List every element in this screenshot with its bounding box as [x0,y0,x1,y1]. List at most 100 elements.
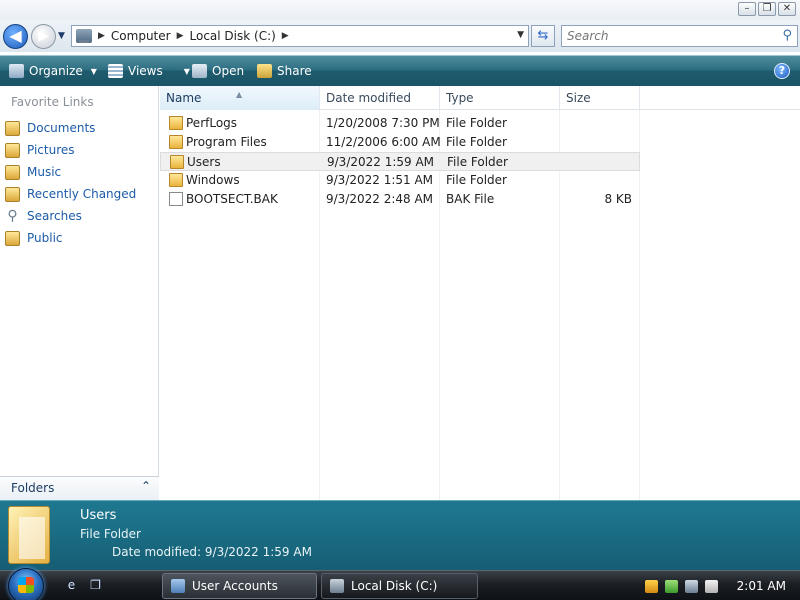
sidebar-item-label: Recently Changed [27,187,137,201]
views-label: Views [128,64,163,78]
file-size: 8 KB [604,192,632,206]
share-icon [257,64,272,78]
organize-button[interactable]: Organize ▼ [9,56,97,86]
breadcrumb: ▶ Computer ▶ Local Disk (C:) ▶ [76,26,289,46]
column-header-size[interactable]: Size [560,86,640,110]
back-button[interactable]: ◀ [3,24,28,49]
organize-icon [9,64,24,78]
column-header-type[interactable]: Type [440,86,560,110]
details-date-modified: Date modified: 9/3/2022 1:59 AM [112,545,312,559]
column-header-label: Type [446,91,474,105]
user-accounts-icon [171,579,185,593]
switch-windows-icon[interactable]: ❐ [88,578,103,593]
column-header-label: Size [566,91,591,105]
sidebar-item-label: Searches [27,209,82,223]
documents-icon [5,120,20,136]
favorite-links-heading: Favorite Links [11,95,94,109]
folders-label: Folders [11,481,55,495]
file-name: Program Files [186,135,267,149]
views-icon [108,64,123,78]
clock[interactable]: 2:01 AM [737,579,786,593]
title-bar: – ❐ ✕ [0,0,800,20]
share-button[interactable]: Share [257,56,312,86]
local-disk-icon [330,579,344,593]
public-folder-icon [5,230,20,246]
table-row[interactable]: BOOTSECT.BAK 9/3/2022 2:48 AM BAK File 8… [160,190,640,209]
sidebar-item-public[interactable]: Public [5,227,155,249]
file-type: BAK File [446,192,495,206]
address-box[interactable]: ▶ Computer ▶ Local Disk (C:) ▶ ▼ [71,25,529,47]
chevron-down-icon[interactable]: ▼ [184,67,190,76]
large-folder-icon [8,506,50,564]
recent-pages-dropdown[interactable]: ▼ [58,31,65,41]
minimize-button[interactable]: – [738,2,756,16]
file-type: File Folder [446,116,507,130]
file-list: ▲ Name Date modified Type Size PerfLogs … [160,86,800,500]
sidebar-item-label: Pictures [27,143,75,157]
table-row[interactable]: Windows 9/3/2022 1:51 AM File Folder [160,171,640,190]
table-row[interactable]: Program Files 11/2/2006 6:00 AM File Fol… [160,133,640,152]
window-controls: – ❐ ✕ [738,2,796,16]
file-name: Windows [186,173,240,187]
file-date: 9/3/2022 1:51 AM [326,173,434,187]
start-button[interactable] [8,568,44,600]
search-icon[interactable]: ⚲ [782,28,792,43]
help-button[interactable]: ? [774,63,790,79]
breadcrumb-separator-icon[interactable]: ▶ [282,31,289,41]
close-button[interactable]: ✕ [778,2,796,16]
details-title: Users [80,508,117,523]
folders-toggle[interactable]: Folders ⌃ [0,476,159,500]
file-name: PerfLogs [186,116,238,130]
command-bar: Organize ▼ Views ▼ Open Share ? [0,55,800,86]
chevron-down-icon: ▼ [90,66,97,76]
table-row-selected[interactable]: Users 9/3/2022 1:59 AM File Folder [160,152,640,171]
sidebar-item-music[interactable]: Music [5,161,155,183]
update-check-icon[interactable] [664,579,678,593]
forward-button[interactable]: ▶ [31,24,56,49]
search-icon: ⚲ [7,207,18,224]
file-date: 1/20/2008 7:30 PM [326,116,440,130]
file-name: Users [187,155,221,169]
breadcrumb-local-disk[interactable]: Local Disk (C:) [190,29,276,43]
sidebar-item-label: Music [27,165,62,179]
refresh-button[interactable]: ⇆ [531,25,555,47]
file-type: File Folder [446,135,507,149]
breadcrumb-separator-icon[interactable]: ▶ [177,31,184,41]
search-box: ⚲ [561,25,798,47]
sidebar-item-documents[interactable]: Documents [5,117,155,139]
breadcrumb-separator-icon[interactable]: ▶ [98,31,105,41]
file-date: 11/2/2006 6:00 AM [326,135,441,149]
music-icon [5,164,20,180]
sidebar-item-recently-changed[interactable]: Recently Changed [5,183,155,205]
volume-muted-icon[interactable] [704,579,718,593]
open-button[interactable]: Open [192,56,244,86]
details-pane: Users File Folder Date modified: 9/3/202… [0,500,800,570]
maximize-button[interactable]: ❐ [758,2,776,16]
breadcrumb-computer[interactable]: Computer [111,29,171,43]
views-button[interactable]: Views ▼ [108,56,190,86]
navigation-pane: Favorite Links Documents Pictures Music … [0,86,159,500]
column-header-name[interactable]: ▲ Name [160,86,320,110]
sidebar-item-pictures[interactable]: Pictures [5,139,155,161]
file-type: File Folder [446,173,507,187]
security-shield-icon[interactable] [644,579,658,593]
open-label: Open [212,64,245,78]
column-header-date-modified[interactable]: Date modified [320,86,440,110]
task-label: Local Disk (C:) [351,579,438,593]
network-icon[interactable] [684,579,698,593]
address-dropdown-icon[interactable]: ▼ [517,30,524,40]
sidebar-item-label: Documents [27,121,96,135]
sidebar-item-searches[interactable]: ⚲ Searches [5,205,155,227]
file-name: BOOTSECT.BAK [186,192,278,206]
computer-icon [76,29,92,43]
column-header-label: Date modified [326,91,412,105]
file-date: 9/3/2022 1:59 AM [327,155,435,169]
taskbar-button-user-accounts[interactable]: User Accounts [162,573,317,599]
internet-explorer-icon[interactable]: e [64,578,79,593]
folder-icon [169,116,183,130]
search-input[interactable] [567,28,767,44]
taskbar-button-local-disk[interactable]: Local Disk (C:) [321,573,478,599]
task-label: User Accounts [192,579,278,593]
file-icon [169,192,183,206]
table-row[interactable]: PerfLogs 1/20/2008 7:30 PM File Folder [160,114,640,133]
